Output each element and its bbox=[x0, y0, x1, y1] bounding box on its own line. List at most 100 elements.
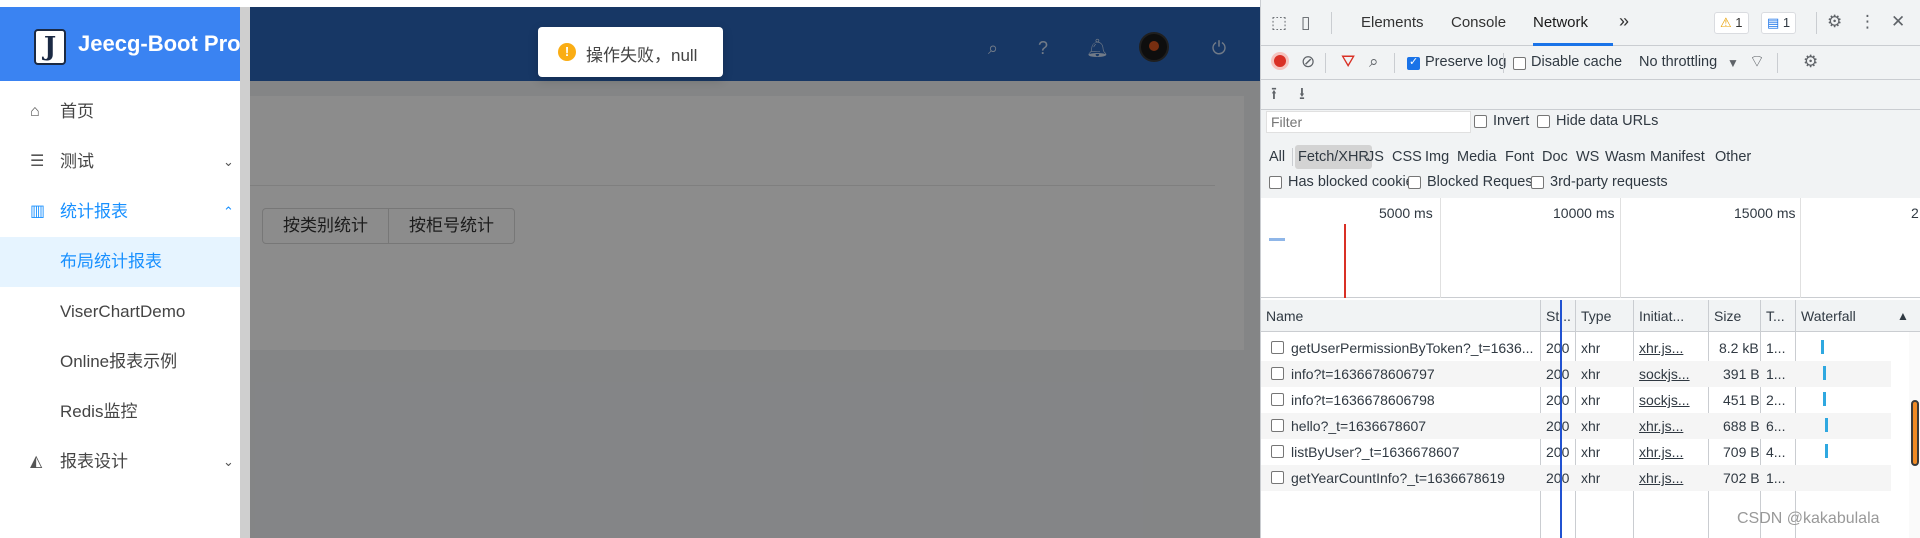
column-type[interactable]: Type bbox=[1581, 308, 1611, 324]
scrollbar-thumb[interactable] bbox=[1911, 400, 1919, 466]
close-icon[interactable]: ✕ bbox=[1891, 12, 1905, 32]
tab-elements[interactable]: Elements bbox=[1361, 14, 1424, 31]
request-size: 688 B bbox=[1723, 418, 1760, 434]
chevron-up-icon: ⌃ bbox=[223, 204, 234, 219]
request-name: hello?_t=1636678607 bbox=[1291, 418, 1427, 434]
sidebar-edge bbox=[240, 7, 250, 538]
search-icon[interactable]: ⌕ bbox=[1369, 52, 1379, 72]
request-time: 2... bbox=[1766, 392, 1786, 408]
waterfall-load-line bbox=[1560, 300, 1562, 538]
type-filter-doc[interactable]: Doc bbox=[1539, 145, 1571, 169]
type-filter-other[interactable]: Other bbox=[1712, 145, 1754, 169]
type-filter-css[interactable]: CSS bbox=[1389, 145, 1425, 169]
more-tabs-icon[interactable]: » bbox=[1619, 11, 1629, 32]
warnings-badge[interactable]: ⚠ 1 bbox=[1714, 12, 1749, 34]
chevron-down-icon: ⌄ bbox=[223, 454, 234, 469]
type-filter-wasm[interactable]: Wasm bbox=[1602, 145, 1649, 169]
sidebar-item-stat-report[interactable]: ▥ 统计报表 ⌃ bbox=[0, 187, 240, 237]
type-filter-ws[interactable]: WS bbox=[1573, 145, 1602, 169]
sidebar-item-label: 统计报表 bbox=[60, 202, 128, 221]
tab-console[interactable]: Console bbox=[1451, 14, 1506, 31]
sort-ascending-icon[interactable]: ▲ bbox=[1897, 309, 1909, 323]
message-icon: ▤ bbox=[1767, 15, 1780, 30]
request-status: 200 bbox=[1546, 418, 1570, 434]
table-row[interactable]: info?t=1636678606798 200 xhr sockjs... 4… bbox=[1261, 387, 1891, 413]
network-conditions-icon[interactable]: ⌔ bbox=[1749, 52, 1765, 72]
disable-cache-checkbox[interactable] bbox=[1513, 57, 1526, 70]
hide-data-urls-checkbox[interactable] bbox=[1537, 115, 1550, 128]
type-filter-fetch-xhr[interactable]: Fetch/XHR bbox=[1295, 145, 1372, 169]
hide-data-urls-label: Hide data URLs bbox=[1556, 113, 1659, 129]
request-time: 4... bbox=[1766, 444, 1786, 460]
filter-icon[interactable]: ⛛ bbox=[1341, 52, 1355, 72]
column-waterfall[interactable]: Waterfall bbox=[1801, 308, 1856, 324]
third-party-checkbox[interactable] bbox=[1531, 176, 1544, 189]
request-status: 200 bbox=[1546, 340, 1570, 356]
more-menu-icon[interactable]: ⋮ bbox=[1859, 12, 1876, 32]
preserve-log-label: Preserve log bbox=[1425, 54, 1507, 70]
request-initiator[interactable]: xhr.js... bbox=[1639, 340, 1705, 356]
request-status: 200 bbox=[1546, 470, 1570, 486]
tab-network[interactable]: Network bbox=[1533, 14, 1588, 31]
logo-icon: J bbox=[34, 29, 66, 65]
throttling-select[interactable]: No throttling bbox=[1639, 54, 1717, 70]
type-filter-js[interactable]: JS bbox=[1364, 145, 1387, 169]
request-initiator[interactable]: sockjs... bbox=[1639, 392, 1705, 408]
network-settings-gear-icon[interactable]: ⚙ bbox=[1803, 52, 1818, 72]
chevron-down-icon[interactable]: ▼ bbox=[1727, 53, 1739, 73]
sidebar-item-viserchartdemo[interactable]: ViserChartDemo bbox=[0, 287, 240, 337]
sidebar-item-test[interactable]: ☰ 测试 ⌄ bbox=[0, 137, 240, 187]
request-initiator[interactable]: xhr.js... bbox=[1639, 444, 1705, 460]
error-toast: ! 操作失败，null bbox=[538, 27, 723, 77]
warning-icon: ! bbox=[558, 43, 576, 61]
request-status: 200 bbox=[1546, 366, 1570, 382]
settings-gear-icon[interactable]: ⚙ bbox=[1827, 12, 1842, 32]
request-initiator[interactable]: sockjs... bbox=[1639, 366, 1705, 382]
request-type: xhr bbox=[1581, 366, 1601, 382]
table-row[interactable]: getUserPermissionByToken?_t=1636... 200 … bbox=[1261, 335, 1891, 361]
sidebar-item-layout-report[interactable]: 布局统计报表 bbox=[0, 237, 240, 287]
devtools-tab-bar: ⬚ ▯ Elements Console Network » ⚠ 1 ▤ 1 ⚙… bbox=[1261, 0, 1920, 46]
type-filter-manifest[interactable]: Manifest bbox=[1647, 145, 1708, 169]
column-name[interactable]: Name bbox=[1266, 308, 1303, 324]
device-toolbar-icon[interactable]: ▯ bbox=[1301, 13, 1310, 33]
type-filter-all[interactable]: All bbox=[1266, 145, 1288, 169]
request-initiator[interactable]: xhr.js... bbox=[1639, 418, 1705, 434]
timeline-gridline bbox=[1440, 198, 1441, 298]
table-row[interactable]: info?t=1636678606797 200 xhr sockjs... 3… bbox=[1261, 361, 1891, 387]
request-initiator[interactable]: xhr.js... bbox=[1639, 470, 1705, 486]
timeline-activity bbox=[1269, 238, 1285, 241]
modal-mask-overlay[interactable] bbox=[240, 7, 1260, 538]
type-filter-img[interactable]: Img bbox=[1422, 145, 1452, 169]
clear-icon[interactable]: ⊘ bbox=[1301, 52, 1315, 72]
request-icon bbox=[1271, 341, 1284, 354]
blocked-requests-checkbox[interactable] bbox=[1408, 176, 1421, 189]
column-time[interactable]: T... bbox=[1766, 308, 1785, 324]
type-filter-media[interactable]: Media bbox=[1454, 145, 1500, 169]
column-status[interactable]: St... bbox=[1546, 308, 1571, 324]
invert-checkbox[interactable] bbox=[1474, 115, 1487, 128]
column-size[interactable]: Size bbox=[1714, 308, 1741, 324]
table-row[interactable]: hello?_t=1636678607 200 xhr xhr.js... 68… bbox=[1261, 413, 1891, 439]
request-time: 1... bbox=[1766, 470, 1786, 486]
separator bbox=[1325, 53, 1326, 73]
filter-input[interactable] bbox=[1266, 111, 1471, 133]
table-row[interactable]: getYearCountInfo?_t=1636678619 200 xhr x… bbox=[1261, 465, 1891, 491]
sidebar-item-online-report[interactable]: Online报表示例 bbox=[0, 337, 240, 387]
messages-badge[interactable]: ▤ 1 bbox=[1761, 12, 1797, 34]
sidebar-item-home[interactable]: ⌂ 首页 bbox=[0, 87, 240, 137]
import-har-icon[interactable]: ⭱ bbox=[1271, 84, 1277, 104]
preserve-log-checkbox[interactable] bbox=[1407, 55, 1420, 70]
type-filter-font[interactable]: Font bbox=[1502, 145, 1537, 169]
inspect-element-icon[interactable]: ⬚ bbox=[1271, 13, 1287, 33]
has-blocked-cookies-checkbox[interactable] bbox=[1269, 176, 1282, 189]
sidebar-item-report-design[interactable]: ◭ 报表设计 ⌄ bbox=[0, 437, 240, 487]
record-icon[interactable] bbox=[1271, 52, 1289, 70]
request-type: xhr bbox=[1581, 340, 1601, 356]
disable-cache-label: Disable cache bbox=[1531, 54, 1623, 70]
export-har-icon[interactable]: ⭳ bbox=[1299, 84, 1305, 104]
column-initiator[interactable]: Initiat... bbox=[1639, 308, 1684, 324]
sidebar-item-redis[interactable]: Redis监控 bbox=[0, 387, 240, 437]
separator bbox=[1394, 53, 1395, 73]
table-row[interactable]: listByUser?_t=1636678607 200 xhr xhr.js.… bbox=[1261, 439, 1891, 465]
